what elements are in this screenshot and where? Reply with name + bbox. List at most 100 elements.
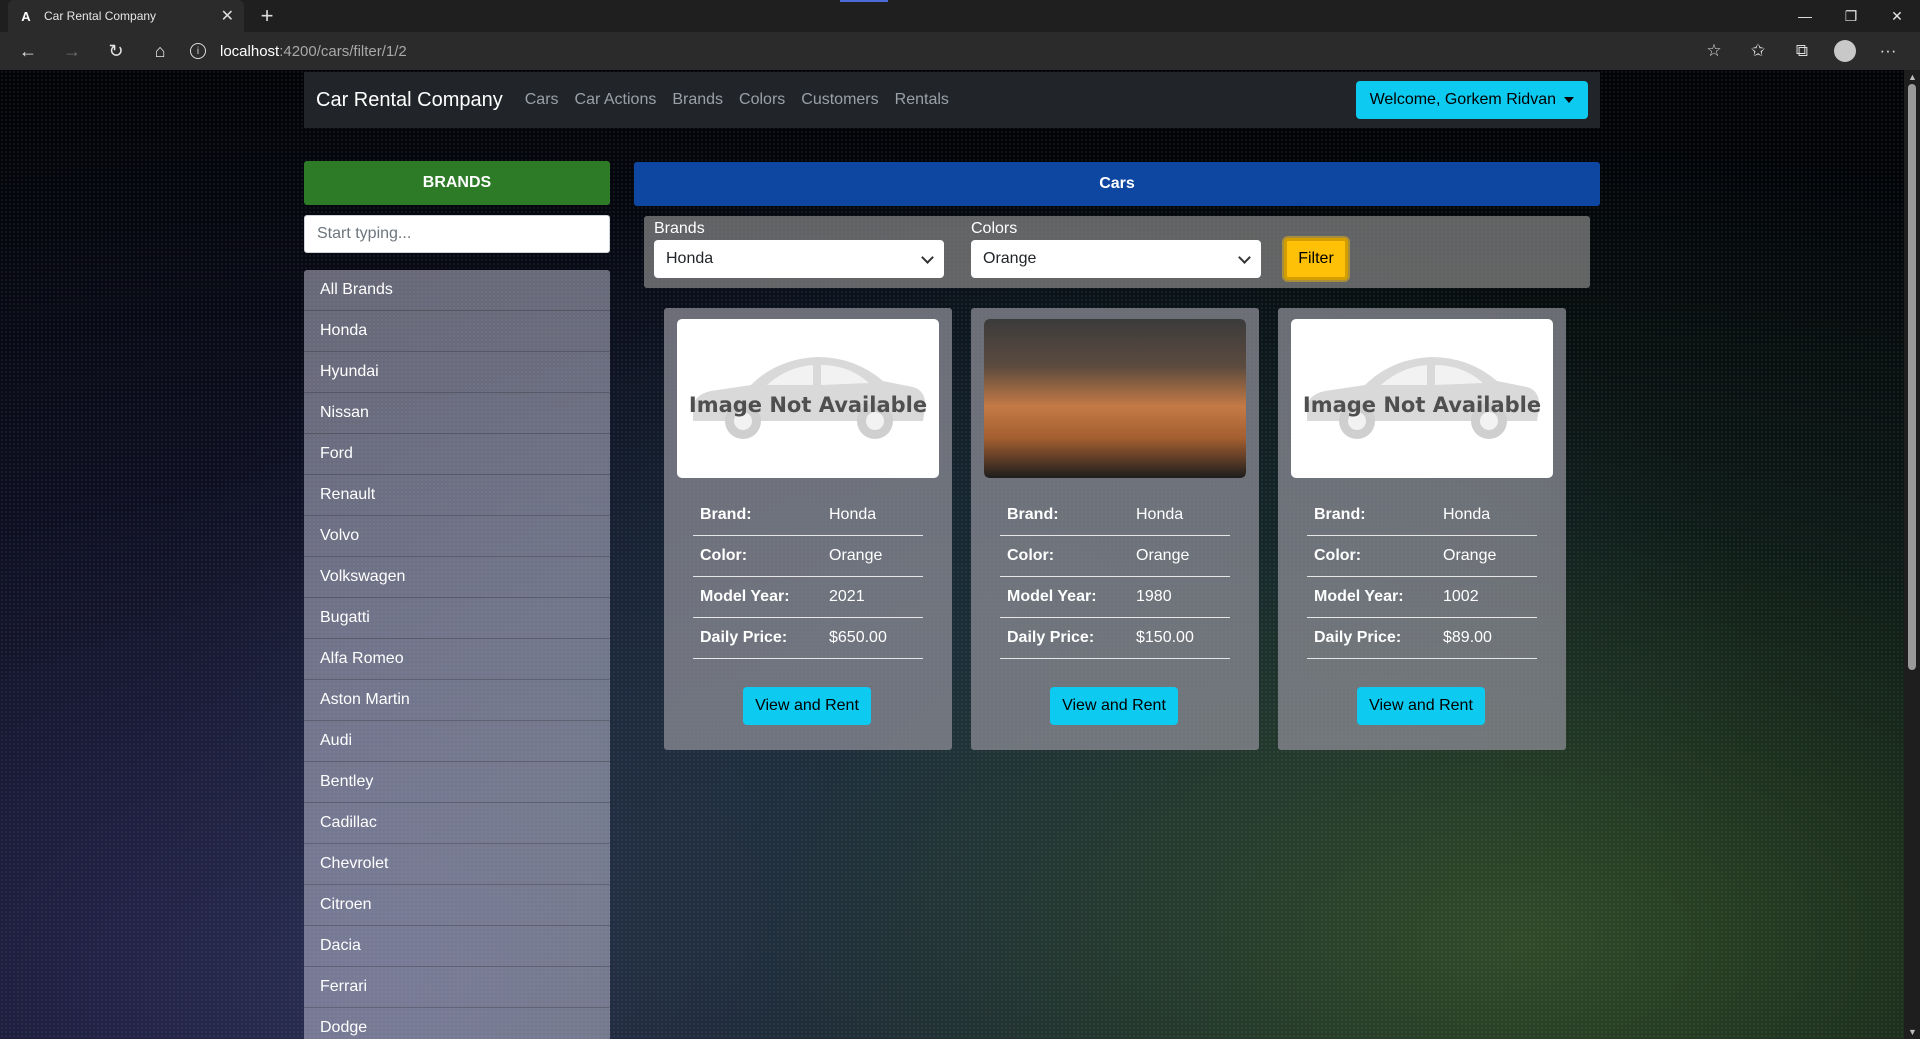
spec-table: Brand: Honda Color: Orange Model Year: 1002 Da…: [1307, 495, 1537, 659]
scrollbar-thumb[interactable]: [1908, 84, 1916, 670]
info-icon[interactable]: i: [190, 43, 206, 59]
spec-value: Orange: [829, 547, 883, 564]
page-viewport: Car Rental Company Cars Car Actions Bran…: [0, 70, 1904, 1039]
car-card: Image Not Available Brand: Honda Color: Oran…: [1278, 308, 1566, 750]
spec-row-daily-price: Daily Price: $650.00: [693, 618, 923, 659]
spec-label: Brand:: [1314, 506, 1366, 523]
spec-value: 1980: [1136, 588, 1172, 605]
caret-down-icon: [1564, 97, 1574, 103]
brands-filter-label: Brands: [654, 220, 705, 237]
spec-value: Honda: [1136, 506, 1184, 523]
nav-link-customers[interactable]: Customers: [801, 91, 878, 109]
brand-list-item[interactable]: Volkswagen: [304, 557, 610, 598]
brand-list-item[interactable]: Cadillac: [304, 803, 610, 844]
car-photo: [984, 319, 1246, 478]
brand-select-value: Honda: [666, 250, 714, 267]
spec-label: Daily Price:: [1007, 629, 1095, 646]
welcome-label: Welcome, Gorkem Ridvan: [1369, 91, 1556, 108]
spec-table: Brand: Honda Color: Orange Model Year: 1980 Da…: [1000, 495, 1230, 659]
spec-row-color: Color: Orange: [1000, 536, 1230, 577]
scroll-down-icon[interactable]: ▼: [1908, 1027, 1917, 1037]
spec-row-model-year: Model Year: 1980: [1000, 577, 1230, 618]
brand-list-item[interactable]: Dodge: [304, 1008, 610, 1039]
close-window-icon[interactable]: ✕: [1874, 0, 1920, 32]
view-and-rent-button[interactable]: View and Rent: [743, 687, 871, 725]
brand-list-item[interactable]: Alfa Romeo: [304, 639, 610, 680]
spec-row-brand: Brand: Honda: [693, 495, 923, 536]
tab-drag-indicator: [840, 0, 888, 2]
view-and-rent-button[interactable]: View and Rent: [1357, 687, 1485, 725]
page-scrollbar[interactable]: ▲ ▼: [1904, 70, 1920, 1039]
back-icon[interactable]: ←: [6, 32, 50, 70]
brand-list-item[interactable]: Nissan: [304, 393, 610, 434]
spec-label: Brand:: [1007, 506, 1059, 523]
collections-icon[interactable]: ⧉: [1790, 39, 1814, 63]
nav-links: Cars Car Actions Brands Colors Customers…: [525, 91, 949, 109]
brand-list-item[interactable]: Bentley: [304, 762, 610, 803]
brand-list-item[interactable]: Aston Martin: [304, 680, 610, 721]
colors-filter-label: Colors: [971, 220, 1018, 237]
nav-link-cars[interactable]: Cars: [525, 91, 559, 109]
reload-icon[interactable]: ↻: [94, 32, 138, 70]
navbar-brand[interactable]: Car Rental Company: [316, 89, 503, 112]
brand-list-item[interactable]: Chevrolet: [304, 844, 610, 885]
forward-icon[interactable]: →: [50, 32, 94, 70]
spec-label: Color:: [700, 547, 748, 564]
minimize-icon[interactable]: —: [1782, 0, 1828, 32]
home-icon[interactable]: ⌂: [138, 32, 182, 70]
spec-label: Daily Price:: [1314, 629, 1402, 646]
filter-button[interactable]: Filter: [1284, 238, 1348, 280]
brand-list-item[interactable]: Citroen: [304, 885, 610, 926]
filter-panel: Brands Honda Colors Orange Filter: [644, 216, 1590, 288]
color-select[interactable]: Orange: [971, 240, 1261, 278]
spec-row-daily-price: Daily Price: $89.00: [1307, 618, 1537, 659]
restore-icon[interactable]: ❐: [1828, 0, 1874, 32]
tab-title: Car Rental Company: [44, 9, 157, 23]
chevron-down-icon: [1238, 250, 1251, 264]
user-menu-button[interactable]: Welcome, Gorkem Ridvan: [1355, 81, 1588, 119]
window-controls: — ❐ ✕: [1782, 0, 1920, 32]
image-not-available-text: Image Not Available: [1302, 393, 1542, 417]
brand-list-item[interactable]: Bugatti: [304, 598, 610, 639]
brand-search-input[interactable]: [304, 215, 610, 253]
brand-list-item[interactable]: Ford: [304, 434, 610, 475]
new-tab-icon[interactable]: +: [254, 3, 280, 29]
nav-link-car-actions[interactable]: Car Actions: [575, 91, 657, 109]
brand-list-item[interactable]: Ferrari: [304, 967, 610, 1008]
car-card: Brand: Honda Color: Orange Model Year: 1980 Da…: [971, 308, 1259, 750]
spec-value: $650.00: [829, 629, 887, 646]
nav-link-colors[interactable]: Colors: [739, 91, 785, 109]
color-select-value: Orange: [983, 250, 1037, 267]
address-bar[interactable]: i localhost :4200/cars/filter/1/2: [190, 37, 1710, 65]
add-favorite-icon[interactable]: ☆: [1702, 39, 1726, 63]
favorites-icon[interactable]: ✩: [1746, 39, 1770, 63]
spec-value: 2021: [829, 588, 865, 605]
spec-row-model-year: Model Year: 1002: [1307, 577, 1537, 618]
spec-row-brand: Brand: Honda: [1000, 495, 1230, 536]
brand-list-item[interactable]: Volvo: [304, 516, 610, 557]
view-and-rent-button[interactable]: View and Rent: [1050, 687, 1178, 725]
spec-row-color: Color: Orange: [693, 536, 923, 577]
spec-value: Honda: [1443, 506, 1491, 523]
spec-label: Brand:: [700, 506, 752, 523]
spec-row-color: Color: Orange: [1307, 536, 1537, 577]
close-tab-icon[interactable]: ✕: [221, 6, 234, 26]
nav-link-rentals[interactable]: Rentals: [895, 91, 949, 109]
brand-list-item[interactable]: Dacia: [304, 926, 610, 967]
nav-link-brands[interactable]: Brands: [672, 91, 723, 109]
spec-value: Orange: [1443, 547, 1497, 564]
spec-label: Color:: [1007, 547, 1055, 564]
brand-list-item[interactable]: All Brands: [304, 270, 610, 311]
scroll-up-icon[interactable]: ▲: [1908, 72, 1917, 82]
spec-label: Color:: [1314, 547, 1362, 564]
brand-list-item[interactable]: Audi: [304, 721, 610, 762]
brand-list-item[interactable]: Honda: [304, 311, 610, 352]
brand-list-item[interactable]: Renault: [304, 475, 610, 516]
more-menu-icon[interactable]: ···: [1876, 39, 1900, 63]
brands-header: BRANDS: [304, 161, 610, 205]
browser-tab[interactable]: A Car Rental Company ✕: [8, 0, 244, 32]
profile-avatar[interactable]: [1834, 40, 1856, 62]
brand-list-item[interactable]: Hyundai: [304, 352, 610, 393]
car-card: Image Not Available Brand: Honda Color: Oran…: [664, 308, 952, 750]
brand-select[interactable]: Honda: [654, 240, 944, 278]
